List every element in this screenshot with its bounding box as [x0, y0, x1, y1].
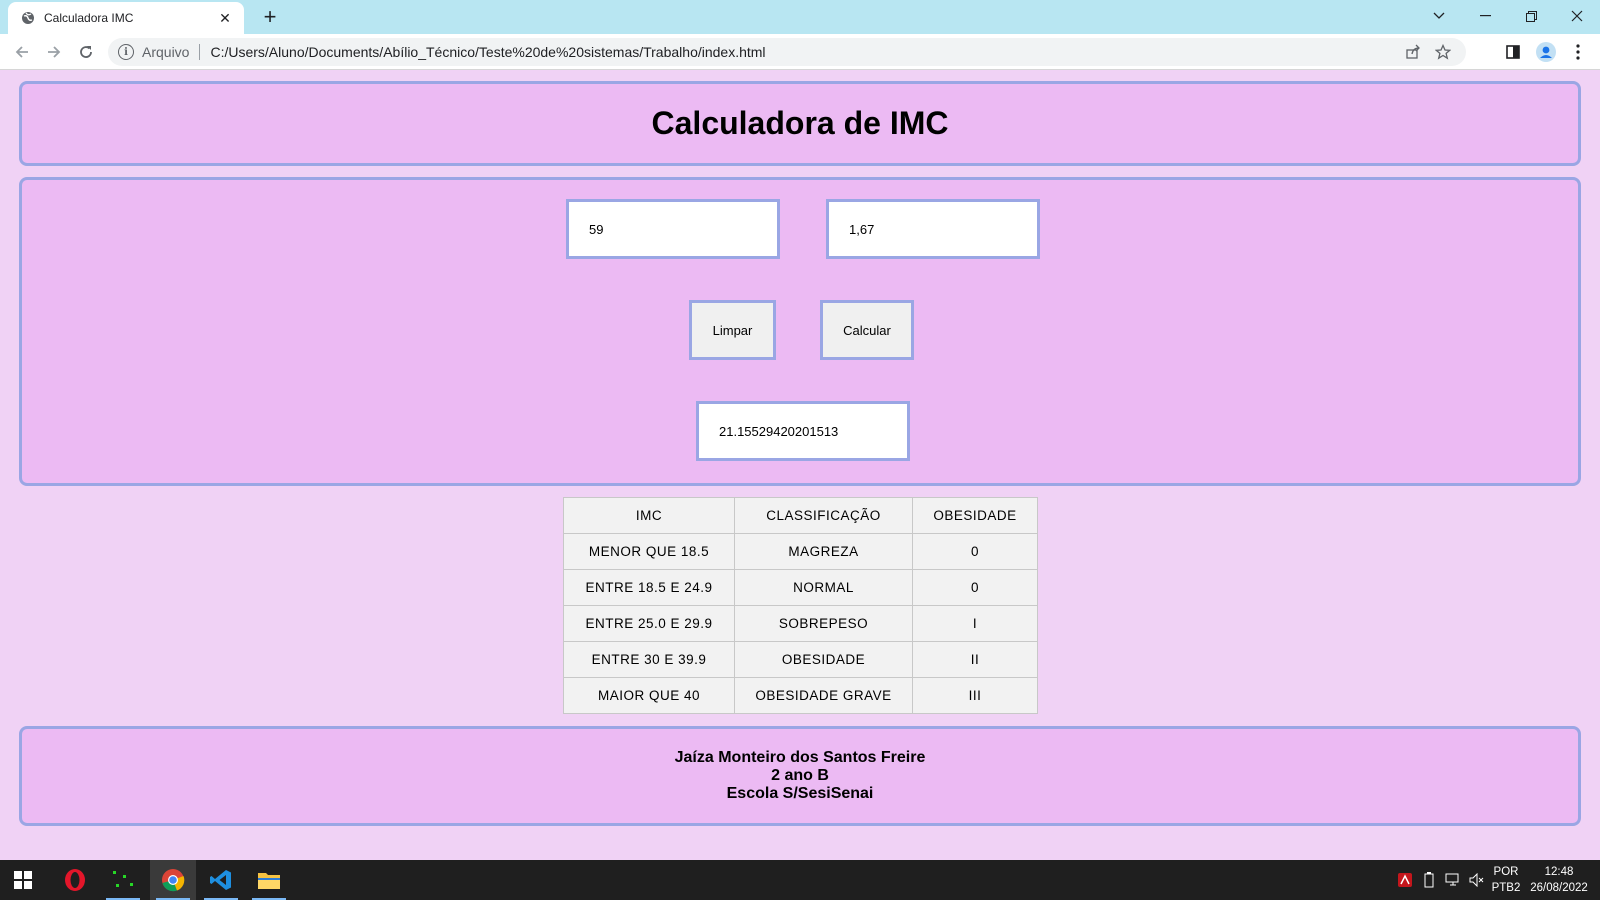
table-cell: II [912, 641, 1038, 678]
weight-input[interactable]: 59 [566, 199, 780, 259]
table-row: ENTRE 18.5 E 24.9 NORMAL 0 [563, 569, 1038, 606]
imc-table: IMC CLASSIFICAÇÃO OBESIDADE MENOR QUE 18… [563, 497, 1038, 714]
restore-button[interactable] [1508, 0, 1554, 32]
url-text[interactable]: C:/Users/Aluno/Documents/Abílio_Técnico/… [210, 44, 765, 60]
address-separator [199, 44, 201, 60]
keyboard-layout: PTB2 [1491, 882, 1521, 894]
address-prefix: Arquivo [142, 44, 190, 60]
calculate-button[interactable]: Calcular [820, 300, 914, 360]
forward-arrow-icon[interactable] [40, 38, 68, 66]
table-cell: ENTRE 30 E 39.9 [563, 641, 735, 678]
table-cell: I [912, 605, 1038, 642]
height-input[interactable]: 1,67 [826, 199, 1040, 259]
table-cell: ENTRE 18.5 E 24.9 [563, 569, 735, 606]
info-icon[interactable]: i [118, 44, 134, 60]
table-cell: MENOR QUE 18.5 [563, 533, 735, 570]
opera-icon[interactable] [52, 860, 98, 900]
tab-search-icon[interactable] [1416, 0, 1462, 32]
author-school: Escola S/SesiSenai [726, 785, 874, 802]
table-header-row: IMC CLASSIFICAÇÃO OBESIDADE [563, 497, 1038, 534]
table-cell: NORMAL [734, 569, 913, 606]
browser-toolbar: i Arquivo C:/Users/Aluno/Documents/Abíli… [0, 34, 1600, 70]
table-cell: 0 [912, 533, 1038, 570]
table-header-classificacao: CLASSIFICAÇÃO [734, 497, 913, 534]
taskbar: POR PTB2 12:48 26/08/2022 [0, 860, 1600, 900]
table-cell: MAIOR QUE 40 [563, 677, 735, 714]
side-panel-icon[interactable] [1499, 38, 1527, 66]
language-indicator[interactable]: POR PTB2 [1490, 860, 1522, 900]
address-bar[interactable]: i Arquivo C:/Users/Aluno/Documents/Abíli… [108, 38, 1466, 66]
table-row: ENTRE 25.0 E 29.9 SOBREPESO I [563, 605, 1038, 642]
battery-icon[interactable] [1418, 860, 1440, 900]
table-row: MENOR QUE 18.5 MAGREZA 0 [563, 533, 1038, 570]
clock[interactable]: 12:48 26/08/2022 [1526, 860, 1592, 900]
adobe-tray-icon[interactable] [1394, 860, 1416, 900]
network-icon[interactable] [1442, 860, 1464, 900]
calculator-panel: 59 1,67 Limpar Calcular 21.1552942020151… [19, 177, 1581, 486]
table-cell: OBESIDADE [734, 641, 913, 678]
terminal-app-icon[interactable] [100, 860, 146, 900]
file-explorer-icon[interactable] [246, 860, 292, 900]
browser-tab-strip: Calculadora IMC ✕ + [0, 0, 1600, 34]
more-menu-icon[interactable] [1564, 38, 1592, 66]
vscode-icon[interactable] [198, 860, 244, 900]
language-code: POR [1493, 866, 1519, 878]
table-cell: 0 [912, 569, 1038, 606]
page-title: Calculadora de IMC [651, 105, 949, 141]
browser-tab[interactable]: Calculadora IMC ✕ [8, 2, 244, 34]
minimize-button[interactable] [1462, 0, 1508, 32]
windows-start-icon[interactable] [0, 860, 46, 900]
close-tab-icon[interactable]: ✕ [216, 10, 234, 27]
table-header-imc: IMC [563, 497, 735, 534]
close-window-button[interactable] [1554, 0, 1600, 32]
bookmark-star-icon[interactable] [1434, 43, 1452, 61]
table-cell: SOBREPESO [734, 605, 913, 642]
table-row: MAIOR QUE 40 OBESIDADE GRAVE III [563, 677, 1038, 714]
clock-time: 12:48 [1544, 866, 1574, 878]
clock-date: 26/08/2022 [1530, 882, 1588, 894]
author-name: Jaíza Monteiro dos Santos Freire [674, 749, 926, 766]
table-cell: MAGREZA [734, 533, 913, 570]
tab-title: Calculadora IMC [44, 11, 134, 25]
new-tab-button[interactable]: + [256, 4, 284, 32]
header-panel: Calculadora de IMC [19, 81, 1581, 166]
back-arrow-icon[interactable] [8, 38, 36, 66]
footer-panel: Jaíza Monteiro dos Santos Freire 2 ano B… [19, 726, 1581, 826]
globe-icon [20, 10, 36, 26]
table-cell: III [912, 677, 1038, 714]
volume-muted-icon[interactable] [1466, 860, 1488, 900]
share-icon[interactable] [1404, 43, 1422, 61]
author-class: 2 ano B [771, 767, 829, 784]
result-output[interactable]: 21.15529420201513 [696, 401, 910, 461]
table-cell: OBESIDADE GRAVE [734, 677, 913, 714]
table-row: ENTRE 30 E 39.9 OBESIDADE II [563, 641, 1038, 678]
reload-icon[interactable] [72, 38, 100, 66]
table-header-obesidade: OBESIDADE [912, 497, 1038, 534]
clear-button[interactable]: Limpar [689, 300, 776, 360]
table-cell: ENTRE 25.0 E 29.9 [563, 605, 735, 642]
profile-avatar-icon[interactable] [1532, 38, 1560, 66]
chrome-icon[interactable] [150, 860, 196, 900]
